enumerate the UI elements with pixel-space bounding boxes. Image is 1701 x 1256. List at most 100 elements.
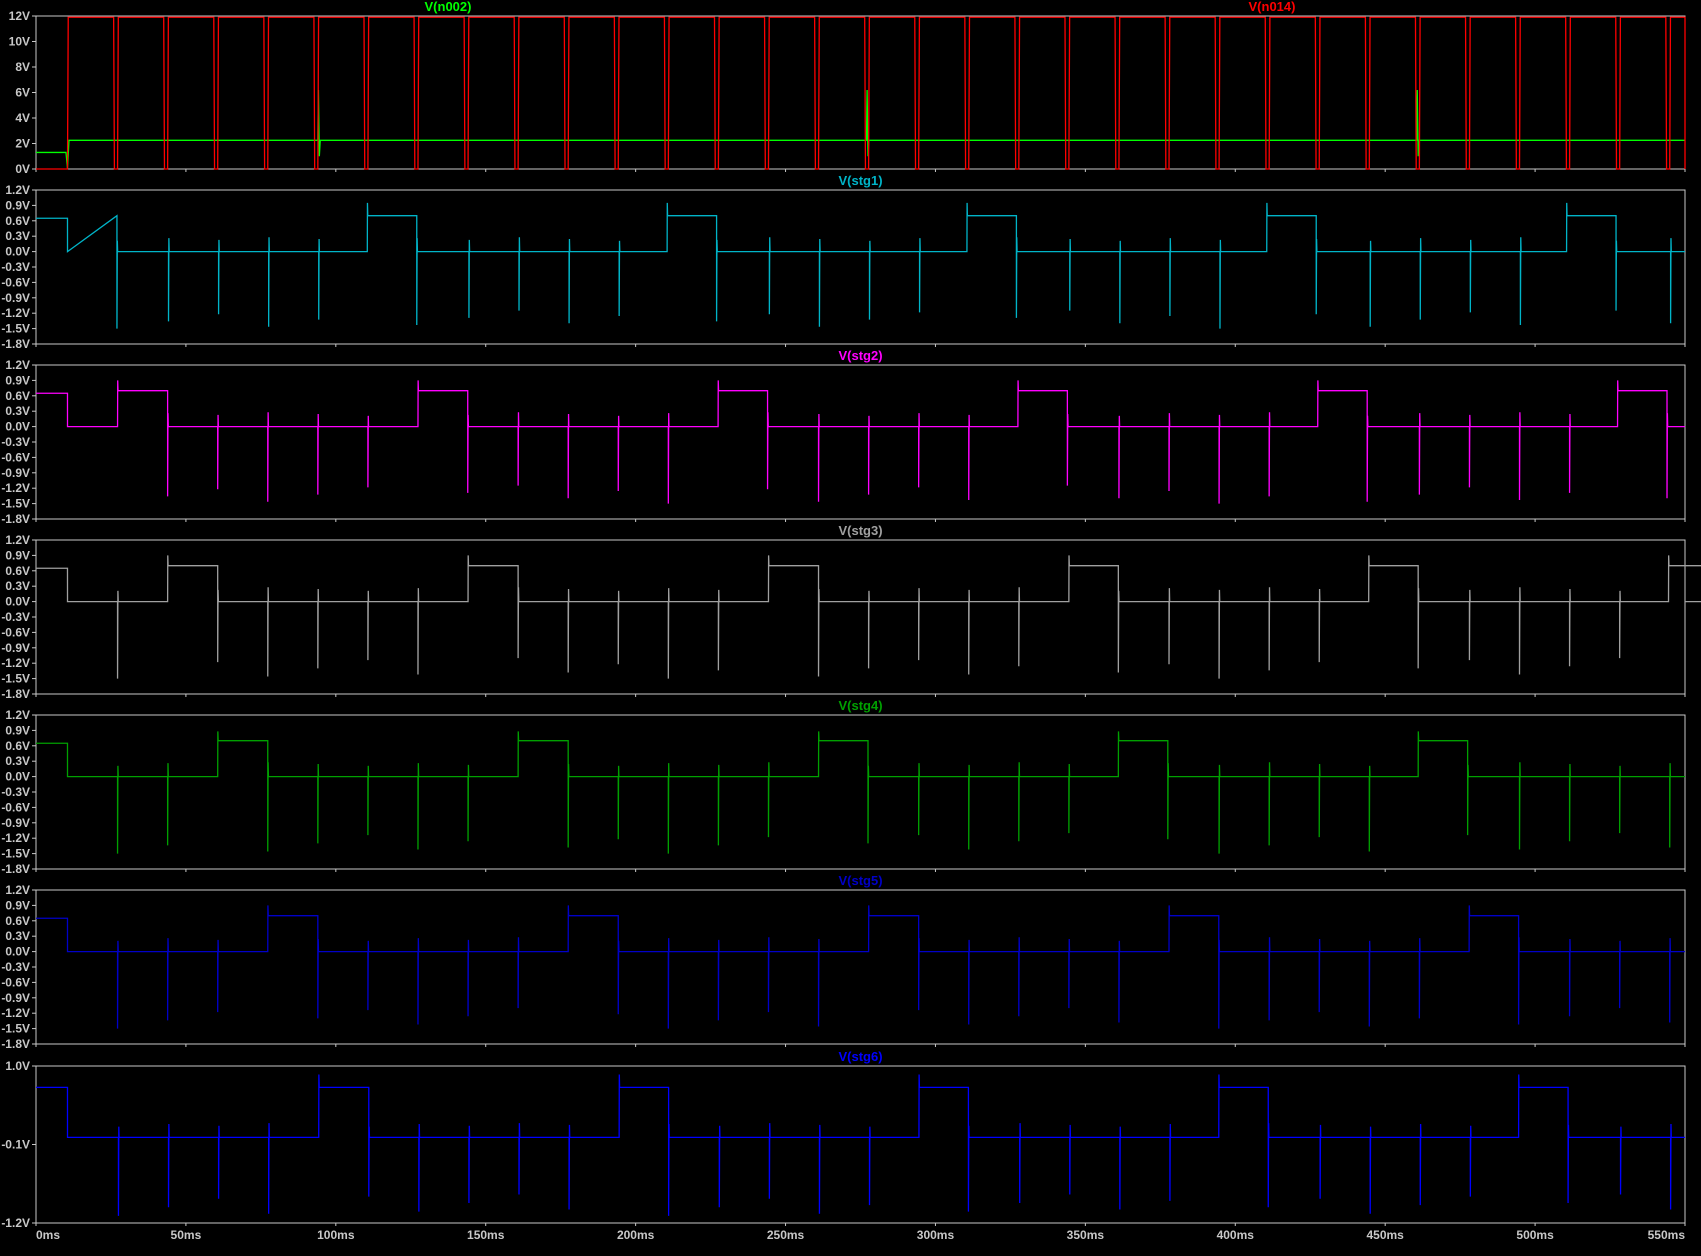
y-tick-label: 0.9V	[5, 198, 30, 212]
y-tick-label: -1.2V	[1, 1216, 30, 1230]
panel-title: V(stg1)	[838, 173, 882, 188]
y-tick-label: -1.8V	[1, 512, 30, 526]
y-tick-label: 0.6V	[5, 389, 30, 403]
x-tick-label: 50ms	[171, 1228, 202, 1242]
y-tick-label: -1.8V	[1, 862, 30, 876]
y-tick-label: 1.0V	[5, 1059, 30, 1073]
y-tick-label: -1.2V	[1, 1006, 30, 1020]
plot-frame	[35, 364, 1686, 520]
plot-frame	[35, 889, 1686, 1045]
panel-title: V(stg5)	[838, 873, 882, 888]
x-tick-label: 150ms	[467, 1228, 505, 1242]
x-tick-label: 100ms	[317, 1228, 355, 1242]
y-tick-label: 0.3V	[5, 929, 30, 943]
series-vstg6	[36, 1074, 1685, 1216]
y-tick-label: -0.6V	[1, 800, 30, 814]
y-tick-label: 0.0V	[5, 770, 30, 784]
y-tick-label: -0.3V	[1, 610, 30, 624]
y-tick-label: -1.5V	[1, 497, 30, 511]
y-tick-label: -0.9V	[1, 466, 30, 480]
y-tick-label: 0.0V	[5, 945, 30, 959]
y-tick-label: 2V	[15, 137, 30, 151]
panel-title: V(stg3)	[838, 523, 882, 538]
y-tick-label: -0.1V	[1, 1138, 30, 1152]
panel-2: -1.8V-1.5V-1.2V-0.9V-0.6V-0.3V0.0V0.3V0.…	[1, 173, 1686, 351]
y-tick-label: 1.2V	[5, 533, 30, 547]
y-tick-label: 0.3V	[5, 754, 30, 768]
y-tick-label: 0.6V	[5, 214, 30, 228]
plot-frame	[35, 539, 1686, 695]
y-tick-label: 12V	[9, 9, 30, 23]
panel-title: V(stg6)	[838, 1049, 882, 1064]
panel-6: -1.8V-1.5V-1.2V-0.9V-0.6V-0.3V0.0V0.3V0.…	[1, 873, 1686, 1051]
y-tick-label: 4V	[15, 111, 30, 125]
y-tick-label: -0.6V	[1, 975, 30, 989]
series-vstg1	[36, 202, 1685, 329]
y-tick-label: 1.2V	[5, 183, 30, 197]
x-tick-label: 500ms	[1516, 1228, 1554, 1242]
y-tick-label: -0.6V	[1, 625, 30, 639]
plot-frame	[35, 189, 1686, 345]
x-tick-label: 550ms	[1648, 1228, 1686, 1242]
y-tick-label: 0.9V	[5, 723, 30, 737]
panel-title: V(stg2)	[838, 348, 882, 363]
x-tick-label: 400ms	[1217, 1228, 1255, 1242]
series-vn002	[36, 89, 1685, 169]
panel-7: -1.2V -0.1V 1.0V V(stg6) 0ms 50ms 100ms 150ms 20…	[1, 1049, 1686, 1242]
y-tick-label: 1.2V	[5, 708, 30, 722]
series-vstg5	[36, 905, 1685, 1029]
y-tick-label: -0.6V	[1, 275, 30, 289]
panel-title: V(stg4)	[838, 698, 882, 713]
plot-frame	[35, 1065, 1686, 1224]
y-tick-label: -1.2V	[1, 831, 30, 845]
waveform-svg: 0V2V4V6V8V10V12VV(n002) V(n014)-1.8V-1.5V…	[1, 0, 1701, 1242]
y-tick-label: 8V	[15, 60, 30, 74]
series-vstg4	[36, 731, 1685, 854]
y-tick-label: 0.3V	[5, 579, 30, 593]
y-tick-label: 0.9V	[5, 548, 30, 562]
y-tick-label: -1.8V	[1, 1037, 30, 1051]
plot-frame	[35, 15, 1686, 170]
x-tick-label: 250ms	[767, 1228, 805, 1242]
y-tick-label: -0.3V	[1, 435, 30, 449]
y-tick-label: -0.9V	[1, 291, 30, 305]
series-vstg2	[36, 380, 1685, 504]
y-tick-label: 10V	[9, 35, 30, 49]
y-tick-label: -0.3V	[1, 785, 30, 799]
x-tick-label: 350ms	[1067, 1228, 1105, 1242]
panel-3: -1.8V-1.5V-1.2V-0.9V-0.6V-0.3V0.0V0.3V0.…	[1, 348, 1686, 526]
y-tick-label: 1.2V	[5, 358, 30, 372]
x-tick-label: 0ms	[36, 1228, 60, 1242]
y-tick-label: -1.8V	[1, 687, 30, 701]
y-tick-label: -0.9V	[1, 641, 30, 655]
y-tick-label: 6V	[15, 86, 30, 100]
x-tick-label: 300ms	[917, 1228, 955, 1242]
x-tick-label: 450ms	[1366, 1228, 1404, 1242]
y-tick-label: 0.6V	[5, 739, 30, 753]
y-tick-label: 0.9V	[5, 898, 30, 912]
panel-5: -1.8V-1.5V-1.2V-0.9V-0.6V-0.3V0.0V0.3V0.…	[1, 698, 1686, 876]
y-tick-label: 0.0V	[5, 595, 30, 609]
series-vstg3	[36, 555, 1701, 679]
y-tick-label: -0.9V	[1, 991, 30, 1005]
plot-frame	[35, 714, 1686, 870]
y-tick-label: 0.3V	[5, 404, 30, 418]
y-tick-label: -0.9V	[1, 816, 30, 830]
y-tick-label: -1.2V	[1, 306, 30, 320]
y-tick-label: 0.3V	[5, 229, 30, 243]
legend-label: V(n014)	[1249, 0, 1296, 14]
y-tick-label: 0.6V	[5, 914, 30, 928]
legend-label: V(n002)	[425, 0, 472, 14]
y-tick-label: 1.2V	[5, 883, 30, 897]
panel-1: 0V 2V 4V 6V 8V 10V 12V V(n002) V(n014)	[9, 0, 1686, 176]
y-tick-label: -0.3V	[1, 960, 30, 974]
y-tick-label: -1.2V	[1, 481, 30, 495]
y-tick-label: 0.9V	[5, 373, 30, 387]
y-tick-label: 0.6V	[5, 564, 30, 578]
y-tick-label: -1.5V	[1, 1022, 30, 1036]
y-tick-label: -1.5V	[1, 672, 30, 686]
y-tick-label: -1.5V	[1, 322, 30, 336]
y-tick-label: -1.2V	[1, 656, 30, 670]
waveform-viewer: 0V 2V 4V 6V 8V 10V 12V V(n002) V(n014) -1.8V -1.5V…	[0, 0, 1701, 1251]
y-tick-label: -0.6V	[1, 450, 30, 464]
